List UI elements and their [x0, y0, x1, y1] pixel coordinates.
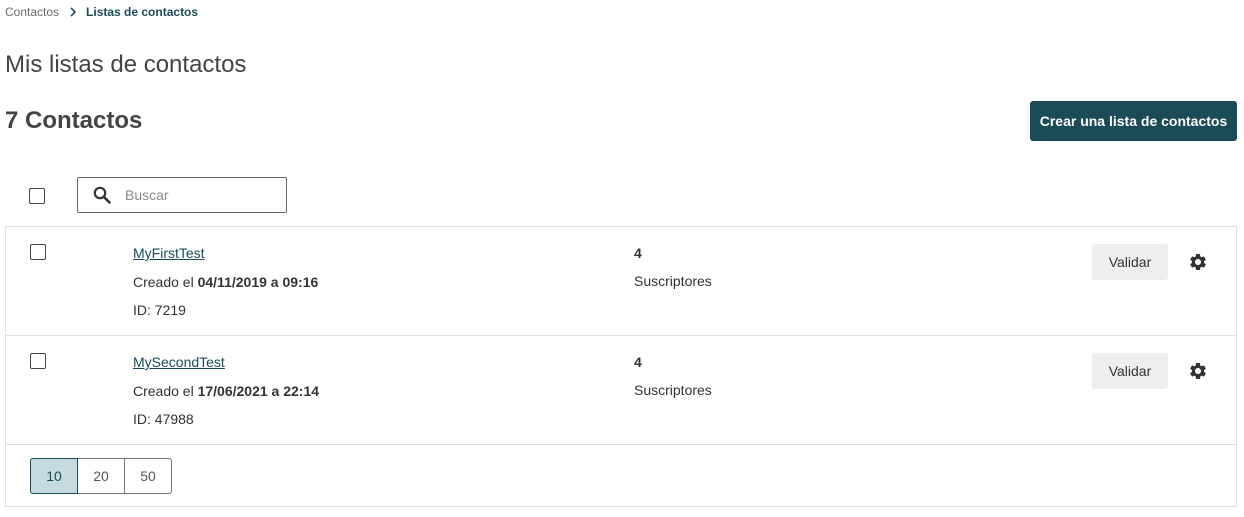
row-checkbox[interactable]	[30, 244, 46, 260]
breadcrumb-current: Listas de contactos	[86, 5, 199, 19]
page-size-50-button[interactable]: 50	[124, 458, 172, 494]
page-size-20-button[interactable]: 20	[77, 458, 125, 494]
row-checkbox[interactable]	[30, 353, 46, 369]
page-size-selector: 10 20 50	[30, 458, 172, 494]
select-all-checkbox[interactable]	[29, 188, 45, 204]
list-name-link[interactable]: MySecondTest	[133, 354, 225, 370]
list-id: ID: 7219	[133, 302, 186, 318]
list-created-date: Creado el 04/11/2019 a 09:16	[133, 274, 318, 290]
created-value: 17/06/2021 a 22:14	[197, 383, 320, 399]
created-value: 04/11/2019 a 09:16	[197, 274, 319, 290]
page-title: Mis listas de contactos	[5, 51, 247, 78]
breadcrumb-contactos-link[interactable]: Contactos	[5, 5, 59, 19]
list-name-link[interactable]: MyFirstTest	[133, 245, 205, 261]
chevron-right-icon	[69, 7, 77, 17]
subscriber-label: Suscriptores	[634, 273, 712, 289]
contact-lists-table: MyFirstTest Creado el 04/11/2019 a 09:16…	[5, 226, 1237, 507]
validate-button[interactable]: Validar	[1092, 244, 1168, 280]
gear-icon[interactable]	[1188, 361, 1208, 381]
list-created-date: Creado el 17/06/2021 a 22:14	[133, 383, 319, 399]
search-icon	[93, 186, 111, 204]
created-prefix: Creado el	[133, 274, 198, 290]
list-id: ID: 47988	[133, 411, 194, 427]
search-input[interactable]	[125, 187, 275, 203]
subscriber-label: Suscriptores	[634, 382, 712, 398]
contacts-count-title: 7 Contactos	[5, 107, 143, 134]
created-prefix: Creado el	[133, 383, 198, 399]
create-contact-list-button[interactable]: Crear una lista de contactos	[1030, 101, 1237, 141]
search-field[interactable]	[77, 177, 287, 213]
list-row: MySecondTest Creado el 17/06/2021 a 22:1…	[6, 336, 1236, 445]
validate-button[interactable]: Validar	[1092, 353, 1168, 389]
subscriber-count: 4	[634, 354, 642, 370]
gear-icon[interactable]	[1188, 252, 1208, 272]
breadcrumb: Contactos Listas de contactos	[5, 5, 198, 19]
page-size-10-button[interactable]: 10	[30, 458, 78, 494]
subscriber-count: 4	[634, 245, 642, 261]
list-row: MyFirstTest Creado el 04/11/2019 a 09:16…	[6, 227, 1236, 336]
